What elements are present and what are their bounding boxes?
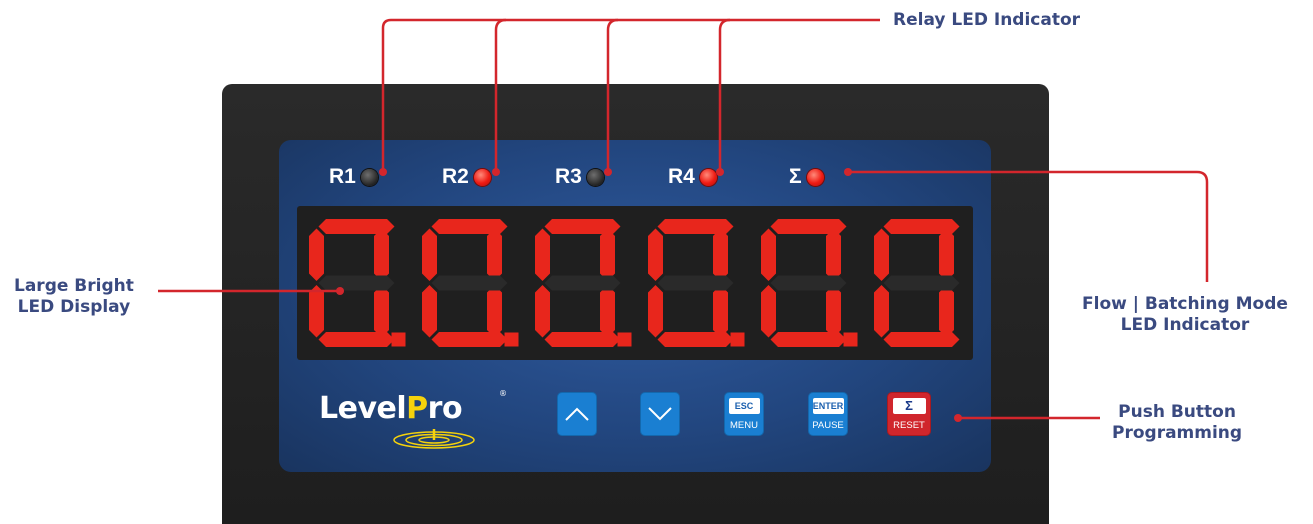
led-label: R4 bbox=[668, 165, 695, 188]
led-label: R3 bbox=[555, 165, 582, 188]
seven-segment-readout bbox=[309, 219, 960, 347]
display-segment-f bbox=[648, 228, 663, 281]
display-segment-c bbox=[600, 285, 615, 338]
display-segment-f bbox=[422, 228, 437, 281]
sigma-key-label: Σ bbox=[892, 398, 926, 414]
led-item-r1: R1 bbox=[329, 162, 378, 192]
relay-led-r2 bbox=[473, 168, 491, 186]
buttons-callout-line2: Programming bbox=[1112, 423, 1243, 443]
display-segment-b bbox=[600, 228, 615, 281]
down-button[interactable] bbox=[640, 392, 680, 436]
display-segment-g bbox=[657, 275, 734, 291]
display-digit bbox=[874, 219, 960, 347]
display-segment-b bbox=[826, 228, 841, 281]
buttons-callout: Push Button Programming bbox=[1112, 402, 1242, 444]
display-segment-g bbox=[770, 275, 847, 291]
display-segment-d bbox=[431, 332, 508, 347]
sigma-led bbox=[806, 168, 824, 186]
esc-key-label: ESC bbox=[728, 398, 760, 414]
batching-callout-line2: LED Indicator bbox=[1120, 315, 1250, 335]
relay-led-r4 bbox=[699, 168, 717, 186]
relay-led-r1 bbox=[360, 168, 378, 186]
sigma-reset-button[interactable]: Σ RESET bbox=[887, 392, 931, 436]
display-digit bbox=[309, 219, 406, 347]
display-segment-d bbox=[318, 332, 395, 347]
display-callout: Large Bright LED Display bbox=[14, 276, 134, 318]
decimal-point bbox=[391, 332, 406, 347]
buttons-callout-line1: Push Button bbox=[1118, 402, 1236, 422]
display-segment-f bbox=[761, 228, 776, 281]
display-segment-e bbox=[535, 285, 550, 338]
reset-key-label: RESET bbox=[893, 420, 925, 431]
led-label: R2 bbox=[442, 165, 469, 188]
meter-faceplate: R1 R2 R3 R4 Σ LevelPro ® ESC MENU ENTER … bbox=[279, 140, 991, 472]
display-segment-d bbox=[883, 332, 960, 347]
batching-callout-line1: Flow | Batching Mode bbox=[1082, 294, 1288, 314]
display-segment-f bbox=[309, 228, 324, 281]
led-display bbox=[297, 206, 973, 360]
display-segment-d bbox=[770, 332, 847, 347]
meter-housing: R1 R2 R3 R4 Σ LevelPro ® ESC MENU ENTER … bbox=[222, 84, 1049, 524]
display-segment-g bbox=[431, 275, 508, 291]
display-segment-f bbox=[874, 228, 889, 281]
led-label: R1 bbox=[329, 165, 356, 188]
display-segment-e bbox=[309, 285, 324, 338]
display-segment-f bbox=[535, 228, 550, 281]
display-digit bbox=[535, 219, 632, 347]
decimal-point bbox=[504, 332, 519, 347]
display-callout-line1: Large Bright bbox=[14, 276, 134, 296]
display-segment-c bbox=[713, 285, 728, 338]
relay-led-r3 bbox=[586, 168, 604, 186]
display-segment-g bbox=[883, 275, 960, 291]
menu-key-label: MENU bbox=[730, 420, 758, 431]
led-item-r4: R4 bbox=[668, 162, 717, 192]
display-segment-d bbox=[657, 332, 734, 347]
batching-callout: Flow | Batching Mode LED Indicator bbox=[1082, 294, 1288, 336]
decimal-point bbox=[617, 332, 632, 347]
display-segment-e bbox=[422, 285, 437, 338]
display-segment-b bbox=[939, 228, 954, 281]
display-segment-g bbox=[544, 275, 621, 291]
chevron-down-icon bbox=[648, 407, 672, 421]
display-segment-b bbox=[713, 228, 728, 281]
display-segment-b bbox=[374, 228, 389, 281]
display-segment-c bbox=[487, 285, 502, 338]
led-label: Σ bbox=[789, 165, 802, 188]
relay-led-callout-text: Relay LED Indicator bbox=[893, 10, 1081, 30]
esc-menu-button[interactable]: ESC MENU bbox=[724, 392, 764, 436]
display-callout-line2: LED Display bbox=[17, 297, 131, 317]
up-button[interactable] bbox=[557, 392, 597, 436]
logo-waves-icon bbox=[393, 429, 475, 449]
led-indicator-row: R1 R2 R3 R4 Σ bbox=[279, 162, 991, 192]
display-digit bbox=[422, 219, 519, 347]
decimal-point bbox=[730, 332, 745, 347]
display-segment-e bbox=[874, 285, 889, 338]
decimal-point bbox=[843, 332, 858, 347]
levelpro-logo: LevelPro ® bbox=[319, 385, 509, 455]
display-segment-e bbox=[761, 285, 776, 338]
pause-key-label: PAUSE bbox=[812, 420, 844, 431]
display-segment-c bbox=[939, 285, 954, 338]
enter-key-label: ENTER bbox=[812, 398, 844, 414]
display-digit bbox=[761, 219, 858, 347]
display-segment-c bbox=[374, 285, 389, 338]
display-segment-c bbox=[826, 285, 841, 338]
registered-mark: ® bbox=[499, 389, 507, 398]
logo-wordmark: LevelPro bbox=[319, 391, 463, 426]
led-item-r2: R2 bbox=[442, 162, 491, 192]
chevron-up-icon bbox=[565, 407, 589, 421]
display-segment-g bbox=[318, 275, 395, 291]
display-segment-b bbox=[487, 228, 502, 281]
led-item-sigma: Σ bbox=[789, 162, 824, 192]
enter-pause-button[interactable]: ENTER PAUSE bbox=[808, 392, 848, 436]
display-segment-d bbox=[544, 332, 621, 347]
relay-led-callout: Relay LED Indicator bbox=[893, 10, 1080, 31]
led-item-r3: R3 bbox=[555, 162, 604, 192]
display-digit bbox=[648, 219, 745, 347]
display-segment-e bbox=[648, 285, 663, 338]
